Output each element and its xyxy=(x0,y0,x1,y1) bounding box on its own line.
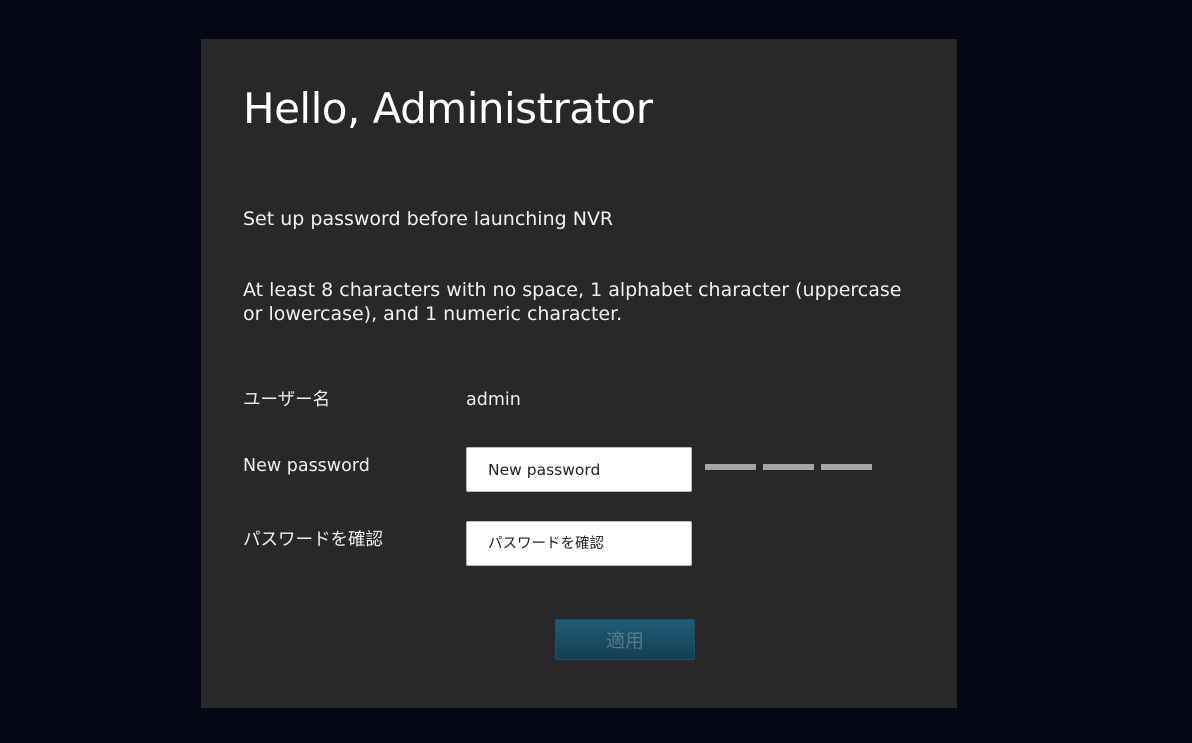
strength-segment xyxy=(763,464,814,470)
strength-segment xyxy=(705,464,756,470)
page-title: Hello, Administrator xyxy=(243,84,653,133)
strength-segment xyxy=(821,464,872,470)
password-rules: At least 8 characters with no space, 1 a… xyxy=(243,279,902,325)
confirm-password-input[interactable] xyxy=(466,521,692,566)
new-password-label: New password xyxy=(243,456,370,476)
setup-dialog: Hello, Administrator Set up password bef… xyxy=(201,39,957,708)
confirm-password-label: パスワードを確認 xyxy=(243,530,383,550)
username-value: admin xyxy=(466,390,521,410)
password-strength-meter xyxy=(705,464,872,470)
new-password-input[interactable] xyxy=(466,447,692,492)
setup-subtitle: Set up password before launching NVR xyxy=(243,208,614,230)
apply-button[interactable]: 適用 xyxy=(555,619,695,660)
username-label: ユーザー名 xyxy=(243,390,331,410)
